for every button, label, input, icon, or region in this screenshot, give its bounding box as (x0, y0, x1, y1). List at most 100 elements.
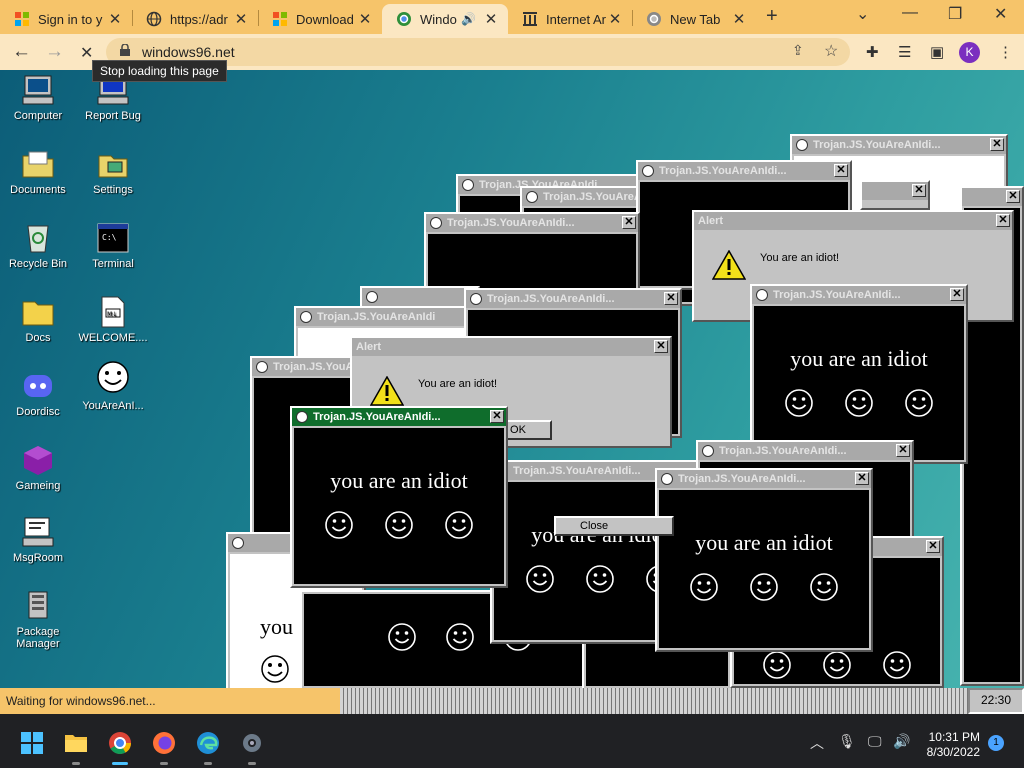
package-manager-icon (21, 590, 55, 622)
smiley-icon (232, 537, 244, 549)
tab-windows96[interactable]: Windo 🔊 ✕ (382, 4, 508, 34)
close-icon[interactable]: ✕ (834, 164, 848, 177)
close-icon[interactable]: ✕ (950, 288, 964, 301)
tab-sign-in[interactable]: Sign in to y ✕ (0, 4, 132, 34)
doordisc-icon (21, 370, 55, 402)
smiley-icon (810, 573, 838, 601)
desktop-icon-terminal[interactable]: C:\ Terminal (75, 222, 151, 270)
close-tab-icon[interactable]: ✕ (232, 10, 250, 28)
maximize-button[interactable]: ❐ (948, 4, 962, 24)
window-titlebar[interactable]: Trojan.JS.YouAreAnIdi... ✕ (657, 470, 871, 488)
close-window-button[interactable]: ✕ (994, 4, 1007, 24)
desktop-icon-label: Terminal (92, 258, 134, 270)
tab-label: Download (296, 11, 354, 27)
tab-download[interactable]: Download ✕ (258, 4, 382, 34)
profile-avatar[interactable]: K (959, 42, 980, 63)
close-icon[interactable]: ✕ (855, 472, 869, 485)
smiley-icon (823, 651, 851, 679)
chrome-icon[interactable] (108, 731, 132, 755)
desktop-icon-docs[interactable]: Docs (0, 296, 76, 344)
close-icon[interactable]: ✕ (664, 292, 678, 305)
window-titlebar[interactable]: Trojan.JS.YouAreAnIdi... ✕ (792, 136, 1006, 154)
close-icon[interactable]: ✕ (896, 444, 910, 457)
media-control-icon[interactable]: ☰ (898, 43, 911, 61)
close-tab-icon[interactable]: ✕ (106, 10, 124, 28)
close-icon[interactable]: ✕ (622, 216, 636, 229)
close-button[interactable]: Close (554, 516, 674, 536)
tab-https[interactable]: https://adr ✕ (132, 4, 258, 34)
close-tab-icon[interactable]: ✕ (730, 10, 748, 28)
desktop-icon-youareanidiot[interactable]: YouAreAnI... (75, 360, 151, 412)
chevron-up-icon[interactable]: ︿ (810, 733, 824, 753)
desktop-icon-documents[interactable]: Documents (0, 148, 76, 196)
window-titlebar[interactable]: Trojan.JS.YouAreAnIdi... ✕ (426, 214, 638, 232)
desktop-icon-msgroom[interactable]: MsgRoom (0, 516, 76, 564)
tab-search-icon[interactable]: ⌄ (856, 4, 869, 24)
trojan-window[interactable]: Trojan.JS.YouAreAnIdi... ✕ you are an idi… (750, 284, 968, 464)
tab-internet-archive[interactable]: Internet Ar ✕ (508, 4, 632, 34)
share-icon[interactable]: ⇪ (792, 42, 804, 59)
menu-icon[interactable]: ⋮ (998, 43, 1013, 61)
close-icon[interactable]: ✕ (996, 214, 1010, 227)
alert-titlebar[interactable]: Alert ✕ (694, 212, 1012, 230)
close-icon[interactable]: ✕ (654, 340, 668, 353)
smiley-icon (845, 389, 873, 417)
settings-gear-icon[interactable] (240, 731, 264, 755)
window-titlebar[interactable]: Trojan.JS.YouAreAnIdi... ✕ (292, 408, 506, 426)
running-indicator (160, 762, 168, 765)
start-icon[interactable] (20, 731, 44, 755)
close-icon[interactable]: ✕ (990, 138, 1004, 151)
globe-icon (146, 11, 162, 27)
desktop-icon-welcome[interactable]: M↓ WELCOME.... (75, 296, 151, 344)
trojan-window-active[interactable]: Trojan.JS.YouAreAnIdi... ✕ you are an idi… (290, 406, 508, 588)
smiley-icon (661, 473, 673, 485)
smiley-icon (702, 445, 714, 457)
minimize-button[interactable]: — (902, 4, 918, 22)
close-tab-icon[interactable]: ✕ (606, 10, 624, 28)
desktop-icon-gameing[interactable]: Gameing (0, 444, 76, 492)
documents-folder-icon (21, 148, 55, 180)
window-titlebar[interactable]: Trojan.JS.YouAreAnIdi... ✕ (466, 290, 680, 308)
firefox-icon[interactable] (152, 731, 176, 755)
close-tab-icon[interactable]: ✕ (482, 10, 500, 28)
close-icon[interactable]: ✕ (926, 540, 940, 553)
terminal-icon: C:\ (96, 222, 130, 254)
forward-icon[interactable]: → (45, 41, 64, 63)
chrome-icon (396, 11, 412, 27)
volume-icon[interactable]: 🔊 (893, 733, 910, 750)
alert-titlebar[interactable]: Alert ✕ (352, 338, 670, 356)
desktop-icon-package-manager[interactable]: Package Manager (0, 590, 76, 650)
tab-new-tab[interactable]: New Tab ✕ (632, 4, 756, 34)
gameing-icon (21, 444, 55, 476)
microphone-icon[interactable]: 🎙 (838, 733, 856, 750)
window-titlebar[interactable]: Trojan.JS.YouAreAnIdi... ✕ (638, 162, 850, 180)
smiley-icon (763, 651, 791, 679)
extensions-icon[interactable]: ✚ (866, 43, 879, 61)
close-icon[interactable]: ✕ (1006, 190, 1020, 203)
side-panel-icon[interactable]: ▣ (930, 43, 944, 61)
back-icon[interactable]: ← (12, 41, 31, 63)
desktop-icon-computer[interactable]: Computer (0, 74, 76, 122)
trojan-window[interactable]: ✕ (860, 180, 930, 210)
edge-icon[interactable] (196, 731, 220, 755)
network-icon[interactable]: 🖵 (868, 733, 882, 750)
speaker-icon[interactable]: 🔊 (461, 12, 476, 26)
window-titlebar[interactable]: ✕ (962, 188, 1022, 206)
new-tab-button[interactable]: + (766, 5, 778, 28)
window-titlebar[interactable] (362, 288, 478, 306)
close-icon[interactable]: ✕ (490, 410, 504, 423)
close-tab-icon[interactable]: ✕ (356, 10, 374, 28)
taskbar-clock[interactable]: 10:31 PM 8/30/2022 (918, 730, 980, 760)
desktop-icon-doordisc[interactable]: Doordisc (0, 370, 76, 418)
close-icon[interactable]: ✕ (912, 184, 926, 197)
desktop-icon-recycle-bin[interactable]: Recycle Bin (0, 222, 76, 270)
file-explorer-icon[interactable] (64, 731, 88, 755)
notification-badge[interactable]: 1 (988, 735, 1004, 751)
bookmark-star-icon[interactable]: ☆ (824, 41, 838, 61)
window-titlebar[interactable]: Trojan.JS.YouAreAnIdi... ✕ (698, 442, 912, 460)
window-titlebar[interactable]: ✕ (862, 182, 928, 200)
desktop-icon-settings[interactable]: Settings (75, 148, 151, 196)
window-titlebar[interactable]: Trojan.JS.YouAreAnIdi (296, 308, 472, 326)
trojan-window[interactable]: Trojan.JS.YouAreAnIdi... ✕ you are an idi… (655, 468, 873, 652)
window-titlebar[interactable]: Trojan.JS.YouAreAnIdi... ✕ (752, 286, 966, 304)
